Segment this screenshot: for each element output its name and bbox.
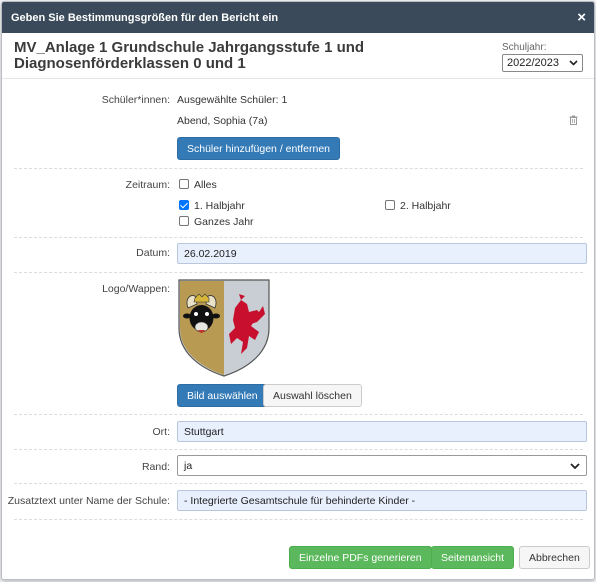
checkbox-first-half[interactable] (179, 200, 189, 210)
students-label: Schüler*innen: (101, 94, 170, 106)
choose-image-button[interactable]: Bild auswählen (177, 384, 268, 407)
logo-label: Logo/Wappen: (102, 283, 170, 295)
date-label: Datum: (136, 247, 170, 259)
dialog-title: Geben Sie Bestimmungsgrößen für den Beri… (11, 11, 279, 24)
student-name: Abend, Sophia (7a) (177, 115, 268, 127)
period-option-second-half-label: 2. Halbjahr (400, 200, 451, 212)
extra-text-label: Zusatztext unter Name der Schule: (7, 495, 170, 507)
place-value: Stuttgart (184, 425, 224, 438)
add-remove-students-button[interactable]: Schüler hinzufügen / entfernen (177, 137, 341, 160)
chevron-down-icon (570, 462, 580, 469)
margin-row: Rand: ja (2, 454, 594, 480)
school-year-label: Schuljahr: (502, 42, 547, 53)
period-option-first-half[interactable]: 1. Halbjahr (179, 200, 245, 212)
page-preview-button[interactable]: Seitenansicht (431, 546, 515, 569)
divider (14, 237, 583, 238)
period-option-all-label: Alles (194, 179, 217, 191)
logo-row: Logo/Wappen: Bild auswählen Auswahl lösc… (2, 278, 594, 410)
clear-selection-button[interactable]: Auswahl löschen (263, 384, 362, 407)
school-year-value: 2022/2023 (507, 57, 559, 69)
extra-text-value: - Integrierte Gesamtschule für behindert… (184, 494, 416, 507)
checkbox-full-year[interactable] (179, 216, 189, 226)
cancel-button[interactable]: Abbrechen (519, 546, 590, 569)
generate-pdfs-button[interactable]: Einzelne PDFs generieren (289, 546, 432, 569)
period-option-first-half-label: 1. Halbjahr (194, 200, 245, 212)
checkbox-second-half[interactable] (385, 200, 395, 210)
chevron-down-icon (569, 60, 578, 66)
coat-of-arms-image (178, 279, 270, 377)
school-year-group: Schuljahr: 2022/2023 (502, 42, 583, 72)
divider (14, 519, 583, 520)
divider (14, 414, 583, 415)
divider (14, 483, 583, 484)
report-title: MV_Anlage 1 Grundschule Jahrgangsstufe 1… (14, 39, 365, 72)
date-value: 26.02.2019 (184, 247, 237, 260)
selected-students-count: Ausgewählte Schüler: 1 (177, 94, 288, 106)
report-header: MV_Anlage 1 Grundschule Jahrgangsstufe 1… (2, 33, 594, 79)
period-option-second-half[interactable]: 2. Halbjahr (385, 200, 451, 212)
divider (14, 168, 583, 169)
period-row: Zeitraum: Alles 1. Halbjahr 2. Halbjahr … (2, 174, 594, 234)
school-year-select[interactable]: 2022/2023 (502, 54, 583, 72)
margin-value: ja (184, 459, 193, 472)
place-row: Ort: Stuttgart (2, 420, 594, 446)
margin-label: Rand: (141, 461, 170, 473)
period-label: Zeitraum: (125, 179, 170, 191)
place-label: Ort: (152, 426, 171, 438)
divider (14, 272, 583, 273)
date-row: Datum: 26.02.2019 (2, 242, 594, 268)
close-icon[interactable]: × (577, 10, 586, 25)
trash-icon[interactable] (569, 115, 578, 125)
report-parameters-dialog: Geben Sie Bestimmungsgrößen für den Beri… (1, 1, 595, 580)
period-option-full-year[interactable]: Ganzes Jahr (179, 216, 254, 228)
dialog-titlebar: Geben Sie Bestimmungsgrößen für den Beri… (2, 2, 594, 33)
date-input[interactable]: 26.02.2019 (177, 243, 587, 264)
period-option-full-year-label: Ganzes Jahr (194, 216, 254, 228)
period-option-all[interactable]: Alles (179, 179, 217, 191)
extra-text-input[interactable]: - Integrierte Gesamtschule für behindert… (177, 490, 587, 511)
divider (14, 449, 583, 450)
checkbox-all[interactable] (179, 179, 189, 189)
students-row: Schüler*innen: Ausgewählte Schüler: 1 Ab… (2, 90, 594, 168)
place-input[interactable]: Stuttgart (177, 421, 587, 442)
extra-text-row: Zusatztext unter Name der Schule: - Inte… (2, 488, 594, 514)
margin-select[interactable]: ja (177, 455, 587, 476)
